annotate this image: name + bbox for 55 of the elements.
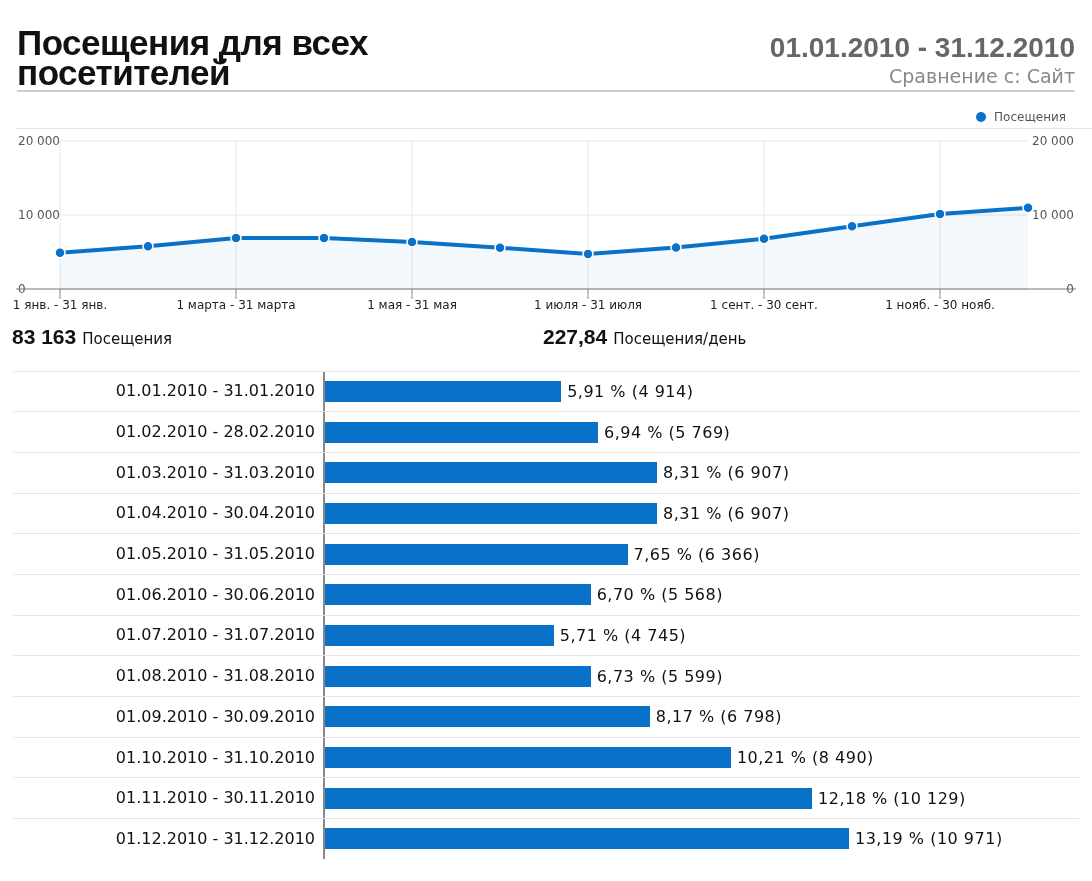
y-axis-label: 10 000 (18, 208, 60, 222)
stat-value: 83 163 (12, 324, 77, 350)
bar-value: 7,65 % (6 366) (633, 543, 760, 565)
stat-value: 227,84 (543, 324, 608, 350)
period-label: 01.07.2010 - 31.07.2010 (114, 624, 316, 647)
point (494, 242, 506, 254)
period-label: 01.04.2010 - 30.04.2010 (114, 502, 316, 525)
point (934, 208, 946, 220)
y-axis-label: 20 000 (18, 134, 60, 148)
date-range: 01.01.2010 - 31.12.2010 (769, 32, 1075, 64)
page-title: Посещения для всех посетителей (17, 28, 369, 88)
legend-label: Посещения (994, 109, 1066, 126)
x-axis-label: 1 нояб. - 30 нояб. (885, 298, 995, 312)
period-label: 01.03.2010 - 31.03.2010 (114, 461, 316, 484)
bar-value: 5,91 % (4 914) (567, 380, 694, 402)
point (670, 241, 682, 254)
point (318, 232, 330, 244)
period-label: 01.05.2010 - 31.05.2010 (114, 543, 316, 566)
point (406, 236, 418, 248)
period-label: 01.08.2010 - 31.08.2010 (114, 665, 316, 688)
period-label: 01.02.2010 - 28.02.2010 (114, 421, 316, 444)
period-label: 01.12.2010 - 31.12.2010 (114, 827, 316, 850)
bar-value: 8,31 % (6 907) (663, 502, 790, 524)
bar-value: 13,19 % (10 971) (854, 828, 1003, 850)
bar-value: 5,71 % (4 745) (559, 624, 687, 646)
point (230, 232, 242, 244)
bar-value: 10,21 % (8 490) (736, 747, 874, 769)
point (54, 246, 66, 259)
bar-value: 8,31 % (6 907) (663, 462, 790, 484)
y-axis-label: 0 (1066, 282, 1074, 296)
y-axis-label: 20 000 (1032, 134, 1074, 148)
bar-value: 8,17 % (6 798) (655, 706, 782, 728)
stat-label: Посещения (82, 329, 173, 350)
period-label: 01.09.2010 - 30.09.2010 (114, 705, 316, 728)
x-axis-label: 1 янв. - 31 янв. (12, 298, 108, 312)
x-axis-label: 1 марта - 31 марта (176, 298, 296, 312)
y-axis-label: 10 000 (1032, 208, 1074, 222)
bar-value: 6,94 % (5 769) (604, 421, 731, 443)
bar-value: 6,73 % (5 599) (596, 665, 723, 687)
bar-value: 12,18 % (10 129) (818, 787, 966, 809)
period-label: 01.11.2010 - 30.11.2010 (114, 787, 316, 810)
comparison-label: Сравнение с: Сайт (889, 64, 1075, 88)
y-axis-label: 0 (18, 282, 26, 296)
period-label: 01.06.2010 - 30.06.2010 (114, 583, 316, 606)
point (1022, 202, 1034, 214)
stat-label: Посещения/день (613, 329, 747, 350)
period-label: 01.10.2010 - 31.10.2010 (114, 746, 316, 769)
x-axis-label: 1 мая - 31 мая (367, 298, 457, 312)
x-axis-label: 1 сент. - 30 сент. (710, 298, 818, 312)
point (142, 240, 154, 253)
period-label: 01.01.2010 - 31.01.2010 (114, 380, 316, 403)
bar-value: 6,70 % (5 568) (596, 584, 723, 606)
point (758, 232, 770, 245)
x-axis-label: 1 июля - 31 июля (533, 298, 643, 312)
point (582, 248, 594, 260)
